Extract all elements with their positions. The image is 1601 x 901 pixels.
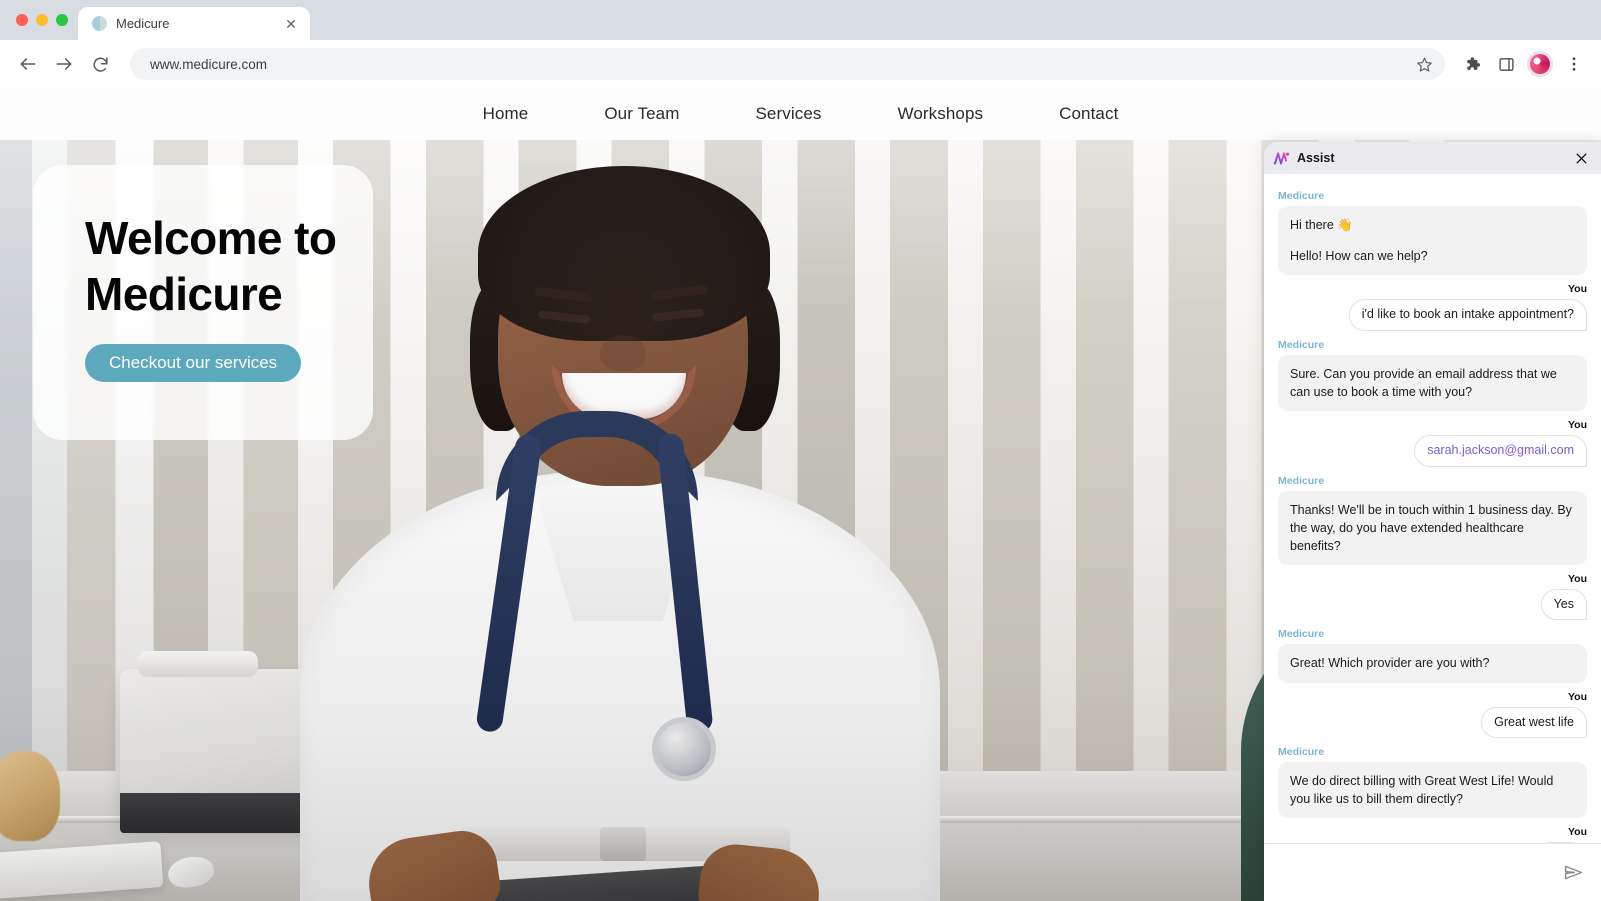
- maximize-window-button[interactable]: [56, 14, 68, 26]
- chat-message: Medicure We do direct billing with Great…: [1278, 740, 1587, 819]
- checkout-services-button[interactable]: Checkout our services: [85, 344, 302, 383]
- reload-icon[interactable]: [84, 48, 116, 80]
- chat-input-bar: [1264, 843, 1601, 901]
- message-sender: You: [1567, 826, 1587, 839]
- assist-chat-widget: Assist Medicure Hi there 👋 Hello! How ca…: [1264, 142, 1601, 901]
- browser-toolbar: www.medicure.com: [0, 40, 1601, 88]
- extensions-puzzle-icon[interactable]: [1457, 49, 1487, 79]
- bot-bubble: Hi there 👋 Hello! How can we help?: [1278, 206, 1587, 276]
- message-sender: Medicure: [1278, 474, 1325, 487]
- site-navigation: Home Our Team Services Workshops Contact: [0, 88, 1601, 140]
- bot-bubble: Great! Which provider are you with?: [1278, 644, 1587, 683]
- nav-item-services[interactable]: Services: [717, 104, 859, 124]
- back-icon[interactable]: [12, 48, 44, 80]
- message-sender: Medicure: [1278, 190, 1325, 202]
- chat-message: You Yes: [1278, 567, 1587, 621]
- browser-tab[interactable]: Medicure ✕: [78, 7, 310, 40]
- anatomy-model: [0, 751, 60, 841]
- forward-icon[interactable]: [48, 48, 80, 80]
- minimize-window-button[interactable]: [36, 14, 48, 26]
- chat-title: Assist: [1297, 151, 1335, 165]
- hero-title-line-2: Medicure: [85, 267, 283, 320]
- message-text: We do direct billing with Great West Lif…: [1290, 774, 1554, 807]
- user-bubble: Yes: [1540, 588, 1587, 621]
- url-text: www.medicure.com: [150, 56, 268, 72]
- close-icon[interactable]: [1571, 148, 1591, 168]
- address-bar[interactable]: www.medicure.com: [130, 48, 1445, 80]
- user-bubble: i'd like to book an intake appointment?: [1348, 299, 1587, 331]
- favicon-icon: [92, 16, 107, 31]
- message-text: Hi there 👋: [1290, 218, 1353, 232]
- chat-message: Medicure Great! Which provider are you w…: [1278, 622, 1587, 683]
- message-sender: You: [1567, 283, 1587, 296]
- tab-strip: Medicure ✕: [0, 0, 1601, 40]
- doctor-person: [300, 141, 940, 901]
- hero-title-line-1: Welcome to: [85, 212, 337, 264]
- chat-message: Medicure Thanks! We'll be in touch withi…: [1278, 469, 1587, 565]
- three-dot-menu-icon[interactable]: [1559, 49, 1589, 79]
- message-text: Hello! How can we help?: [1290, 249, 1428, 264]
- nav-item-contact[interactable]: Contact: [1021, 104, 1156, 124]
- message-sender: You: [1567, 690, 1587, 703]
- medical-equipment: [120, 651, 320, 833]
- chat-message: You sarah.jackson@gmail.com: [1278, 413, 1587, 467]
- message-text: Sure. Can you provide an email address t…: [1290, 366, 1557, 399]
- stethoscope-bell: [652, 717, 716, 781]
- message-sender: Medicure: [1278, 746, 1325, 758]
- assist-ai-logo-icon: [1274, 151, 1290, 166]
- message-sender: Medicure: [1278, 338, 1325, 351]
- message-text: Great! Which provider are you with?: [1290, 656, 1490, 671]
- chat-message: Medicure Sure. Can you provide an email …: [1278, 333, 1587, 411]
- nav-item-our-team[interactable]: Our Team: [566, 104, 717, 124]
- message-sender: You: [1567, 419, 1587, 431]
- profile-avatar[interactable]: [1525, 49, 1555, 79]
- page-title: Welcome to Medicure: [85, 211, 373, 322]
- close-window-button[interactable]: [16, 14, 28, 26]
- nav-item-workshops[interactable]: Workshops: [859, 104, 1021, 124]
- message-sender: Medicure: [1278, 628, 1325, 641]
- chat-message-list[interactable]: Medicure Hi there 👋 Hello! How can we he…: [1264, 174, 1601, 843]
- close-icon[interactable]: ✕: [282, 15, 300, 33]
- user-bubble-email[interactable]: sarah.jackson@gmail.com: [1414, 435, 1587, 467]
- side-panel-icon[interactable]: [1491, 49, 1521, 79]
- bot-bubble: Thanks! We'll be in touch within 1 busin…: [1278, 490, 1587, 565]
- nav-item-home[interactable]: Home: [445, 104, 567, 124]
- send-paper-plane-icon[interactable]: [1559, 859, 1587, 887]
- message-input[interactable]: [1278, 865, 1551, 880]
- message-text: Thanks! We'll be in touch within 1 busin…: [1290, 502, 1572, 553]
- chat-header: Assist: [1264, 142, 1601, 174]
- bot-bubble: We do direct billing with Great West Lif…: [1278, 762, 1587, 819]
- user-bubble: Great west life: [1481, 706, 1587, 738]
- window-controls: [12, 0, 78, 40]
- tab-title: Medicure: [116, 16, 170, 31]
- bot-bubble: Sure. Can you provide an email address t…: [1278, 354, 1587, 411]
- bookmark-star-icon[interactable]: [1411, 51, 1437, 77]
- chat-message: Medicure Hi there 👋 Hello! How can we he…: [1278, 184, 1587, 276]
- chat-message: You yeah: [1278, 820, 1587, 843]
- hero-card: Welcome to Medicure Checkout our service…: [33, 165, 373, 440]
- chat-message: You Great west life: [1278, 685, 1587, 738]
- browser-window: Medicure ✕ www.medicure.com Home Our Tea…: [0, 0, 1601, 901]
- message-sender: You: [1567, 572, 1587, 585]
- chat-message: You i'd like to book an intake appointme…: [1278, 277, 1587, 331]
